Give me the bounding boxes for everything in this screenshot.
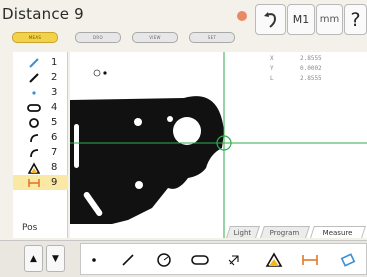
status-indicator bbox=[237, 11, 247, 21]
app-window: Distance 9 M1 mm ? MEAS DRO VIEW SET 1 2… bbox=[0, 0, 367, 277]
circle-tool-icon bbox=[157, 253, 171, 267]
pos-label: Pos bbox=[22, 223, 38, 233]
distance-icon bbox=[27, 177, 41, 189]
distance-tool-button[interactable] bbox=[299, 250, 321, 270]
custom-tool-button[interactable] bbox=[223, 250, 245, 270]
large-hole bbox=[173, 117, 201, 145]
feature-item-1[interactable]: 1 bbox=[13, 55, 68, 70]
tab-dro[interactable]: DRO bbox=[75, 32, 121, 43]
scroll-up-button[interactable]: ▲ bbox=[24, 245, 43, 272]
feature-item-3[interactable]: 3 bbox=[13, 85, 68, 100]
feature-item-9[interactable]: 9 bbox=[13, 175, 68, 190]
arc-icon bbox=[27, 147, 41, 159]
point-tool-icon bbox=[92, 258, 96, 262]
feature-number: 4 bbox=[51, 102, 58, 113]
memory-m1-button[interactable]: M1 bbox=[287, 4, 315, 35]
arrow-down-icon: ▼ bbox=[52, 253, 59, 264]
feature-item-6[interactable]: 6 bbox=[13, 130, 68, 145]
small-hole bbox=[167, 116, 173, 122]
feature-item-2[interactable]: 2 bbox=[13, 70, 68, 85]
readout-y-value: 0.0002 bbox=[300, 65, 322, 72]
tab-light[interactable]: Light bbox=[226, 226, 260, 238]
feature-item-4[interactable]: 4 bbox=[13, 100, 68, 115]
rectangle-tool-button[interactable] bbox=[337, 250, 359, 270]
slot-hole bbox=[74, 124, 79, 168]
small-hole bbox=[135, 181, 143, 189]
tab-view[interactable]: VIEW bbox=[132, 32, 178, 43]
line-icon bbox=[27, 57, 41, 69]
tab-light-label: Light bbox=[234, 228, 252, 237]
feature-item-7[interactable]: 7 bbox=[13, 145, 68, 160]
point-icon bbox=[27, 87, 41, 99]
tab-program[interactable]: Program bbox=[260, 226, 310, 238]
angle-tool-button[interactable] bbox=[263, 250, 285, 270]
tab-set[interactable]: SET bbox=[189, 32, 235, 43]
tab-program-label: Program bbox=[270, 228, 300, 237]
help-button[interactable]: ? bbox=[344, 4, 367, 35]
measure-tools bbox=[80, 243, 367, 275]
line-tool-button[interactable] bbox=[117, 250, 139, 270]
tab-meas[interactable]: MEAS bbox=[12, 32, 58, 43]
units-button[interactable]: mm bbox=[316, 4, 343, 35]
part-view bbox=[70, 52, 367, 238]
circle-tool-button[interactable] bbox=[153, 250, 175, 270]
page-title: Distance 9 bbox=[2, 5, 84, 23]
rectangle-tool-icon bbox=[340, 253, 356, 267]
feature-list: 1 2 3 4 5 6 7 8 9 bbox=[13, 52, 68, 238]
arrow-up-icon: ▲ bbox=[30, 253, 37, 264]
feature-number: 9 bbox=[51, 177, 58, 188]
line-tool-icon bbox=[122, 254, 134, 266]
slot-icon bbox=[27, 102, 41, 114]
scroll-down-button[interactable]: ▼ bbox=[46, 245, 65, 272]
readout-l-label: L bbox=[270, 75, 274, 82]
feature-number: 7 bbox=[51, 147, 58, 158]
feature-number: 8 bbox=[51, 162, 58, 173]
feature-number: 2 bbox=[51, 72, 58, 83]
readout-l-value: 2.8555 bbox=[300, 75, 322, 82]
feature-item-8[interactable]: 8 bbox=[13, 160, 68, 175]
circle-icon bbox=[27, 117, 41, 129]
undo-button[interactable] bbox=[255, 4, 286, 35]
angle-icon bbox=[27, 161, 41, 174]
undo-icon bbox=[263, 11, 276, 28]
line-icon bbox=[27, 72, 41, 84]
readout-y-label: Y bbox=[270, 65, 274, 72]
distance-tool-icon bbox=[302, 255, 318, 265]
small-hole bbox=[134, 118, 142, 126]
readout-x-label: X bbox=[270, 55, 274, 62]
feature-number: 5 bbox=[51, 117, 58, 128]
point-tool-button[interactable] bbox=[83, 250, 105, 270]
feature-number: 1 bbox=[51, 57, 58, 68]
readout-x-value: 2.8555 bbox=[300, 55, 322, 62]
origin-marker bbox=[93, 69, 101, 77]
feature-number: 3 bbox=[51, 87, 58, 98]
custom-tool-icon bbox=[228, 255, 239, 266]
feature-item-5[interactable]: 5 bbox=[13, 115, 68, 130]
angle-tool-icon bbox=[265, 252, 283, 267]
slot-tool-icon bbox=[191, 255, 209, 265]
origin-dot bbox=[103, 71, 107, 75]
feature-number: 6 bbox=[51, 132, 58, 143]
arc-icon bbox=[27, 132, 41, 144]
measurement-canvas[interactable]: X 2.8555 Y 0.0002 L 2.8555 bbox=[70, 52, 367, 238]
slot-tool-button[interactable] bbox=[189, 250, 211, 270]
tab-measure-label: Measure bbox=[322, 228, 353, 237]
tab-measure[interactable]: Measure bbox=[310, 226, 366, 238]
